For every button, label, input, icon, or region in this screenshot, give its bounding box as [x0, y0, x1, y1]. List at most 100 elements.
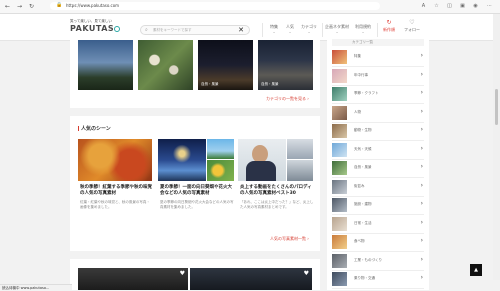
category-image-city[interactable]: 自然・風景 [258, 40, 313, 90]
sidebar-item-label: 自然・風景 [354, 165, 372, 169]
sidebar-item-label: 日常・生活 [354, 220, 372, 225]
card-image-summer-sky[interactable] [207, 139, 234, 159]
heart-icon[interactable]: ♥ [180, 270, 185, 277]
sidebar-item-label: 乗り物・交通 [354, 276, 375, 280]
sidebar-item-label: 工業・ものづくり [354, 257, 382, 262]
back-to-top-button[interactable]: ▲ [470, 264, 482, 276]
search-box[interactable]: ⌕ 素材をキーワードで探す ✕ [140, 25, 250, 35]
image-caption: 自然・風景 [201, 82, 219, 86]
section-heading: 人気のシーン [78, 126, 111, 132]
person-suit [246, 161, 276, 181]
heart-icon[interactable]: ♥ [304, 270, 309, 277]
reload-icon[interactable]: ↻ [29, 3, 34, 10]
favorite-star-icon[interactable]: ☆ [433, 3, 440, 10]
popular-scenes-section [70, 116, 320, 251]
nav-item-follow[interactable]: ♡ フォロー [401, 19, 423, 32]
back-arrow-icon[interactable]: ← [5, 3, 10, 10]
sidebar-thumbnail [332, 235, 347, 249]
sidebar-item[interactable]: 自然・風景 › [332, 159, 424, 178]
sidebar-thumbnail [332, 198, 347, 212]
sidebar-item[interactable]: 街並み › [332, 178, 424, 197]
card-image-autumn[interactable] [78, 139, 152, 181]
search-icon: ⌕ [145, 27, 148, 33]
clear-icon[interactable]: ✕ [238, 26, 244, 34]
sidebar-item[interactable]: 人物 › [332, 104, 424, 123]
sidebar-header: カテゴリ一覧 [332, 39, 424, 46]
card-title[interactable]: 炎上する動画をたくさんのパロディの人気の写真素材ベスト30 [240, 185, 314, 197]
sidebar-thumbnail [332, 161, 347, 175]
card-image-person-2[interactable] [287, 139, 313, 159]
nav-item-terms[interactable]: 利用規約 ⌄ [351, 24, 375, 34]
nav-item-category[interactable]: カテゴリ ⌄ [298, 24, 320, 34]
search-placeholder: 素材をキーワードで探す [153, 28, 192, 32]
sidebar-item-label: 天気・天候 [354, 146, 372, 151]
sidebar-item[interactable]: 動物・生物 › [332, 122, 424, 141]
menu-dots-icon[interactable]: ⋯ [486, 3, 493, 10]
reading-mode-icon[interactable]: A [420, 3, 427, 10]
chevron-right-icon: › [420, 144, 423, 152]
sidebar-item-label: 街並み [354, 183, 365, 188]
chevron-right-icon: › [420, 89, 423, 96]
site-logo[interactable]: PAKUTAS [70, 24, 121, 34]
sidebar-item-label: 人物 [354, 109, 361, 114]
feature-image-1[interactable]: ♥ [78, 268, 188, 290]
sidebar-thumbnail [332, 253, 347, 268]
collections-icon[interactable]: ▣ [459, 3, 466, 10]
card-image-presenter[interactable] [238, 139, 286, 181]
category-image-mountain[interactable] [78, 40, 133, 90]
nav-item-planning[interactable]: 企画ネタ素材 ⌄ [323, 24, 351, 34]
sidebar-thumbnail [332, 272, 347, 286]
category-more-link[interactable]: カテゴリの一覧を見る › [266, 96, 309, 101]
sidebar-item[interactable]: 施設・建物 › [332, 196, 424, 215]
chevron-right-icon: › [420, 274, 423, 281]
profile-icon[interactable]: ◉ [472, 3, 479, 10]
sidebar-item[interactable]: 乗り物・交通 › [332, 270, 424, 289]
card-image-sunflower[interactable] [207, 160, 234, 181]
sidebar-item-label: 年中行事 [354, 72, 368, 77]
chevron-right-icon: › [420, 237, 423, 244]
sidebar-item-label: 動物・生物 [354, 128, 372, 132]
scrollbar-thumb[interactable] [495, 89, 498, 125]
chevron-right-icon: › [420, 70, 423, 78]
address-bar[interactable]: 🔒 https://www.pakutaso.com [50, 2, 380, 10]
nav-label: フォロー [404, 27, 420, 32]
sidebar-item[interactable]: 工業・ものづくり › [332, 252, 424, 271]
card-image-person-3[interactable] [287, 160, 313, 181]
logo-ring-icon [114, 26, 121, 32]
sidebar-thumbnail [332, 105, 347, 120]
feature-image-2[interactable]: ♥ [190, 268, 312, 290]
category-image-night-street[interactable]: 自然・風景 [198, 40, 253, 90]
sidebar-item[interactable]: 食べ物 › [332, 233, 424, 252]
logo-text: PAKUTAS [70, 24, 115, 33]
url-text: https://www.pakutaso.com [66, 3, 120, 8]
sidebar-thumbnail [332, 87, 347, 101]
sidebar-thumbnail [332, 50, 347, 64]
card-image-fireworks[interactable] [158, 139, 206, 181]
card-title[interactable]: 夏の季節！一面の向日葵畑や花火大会などの人気の写真素材 [160, 185, 234, 197]
extensions-icon[interactable]: ◫ [446, 3, 453, 10]
browser-toolbar: ← → ↻ 🔒 https://www.pakutaso.com A ☆ ◫ ▣… [0, 0, 500, 14]
forward-arrow-icon[interactable]: → [17, 3, 22, 10]
page-scrollbar[interactable] [493, 14, 500, 280]
category-image-flowers[interactable] [138, 40, 193, 90]
sidebar-item[interactable]: 年中行事 › [332, 67, 424, 86]
lock-icon: 🔒 [56, 2, 63, 8]
nav-label: 新作順 [383, 27, 395, 32]
sidebar-item[interactable]: 天気・天候 › [332, 141, 424, 160]
nav-item-new[interactable]: ↻ 新作順 [378, 19, 400, 32]
arrow-up-icon: ▲ [474, 267, 478, 273]
popular-more-link[interactable]: 人気の写真素材一覧 › [270, 236, 309, 241]
caret-icon: ⌄ [335, 29, 339, 34]
sidebar-item-label: 特集 [354, 54, 361, 58]
sidebar-item[interactable]: 特集 › [332, 48, 424, 67]
site-header: 笑って楽しい、見て楽しい PAKUTAS ⌕ 素材をキーワードで探す ✕ 特集 ⌄… [0, 14, 493, 41]
refresh-icon: ↻ [386, 19, 392, 26]
sidebar-item-label: 食べ物 [354, 239, 365, 243]
chevron-right-icon: › [420, 163, 423, 170]
sidebar-thumbnail [332, 124, 347, 138]
chevron-right-icon: › [420, 126, 423, 133]
card-title[interactable]: 秋の季節！紅葉する季節や秋の味覚の人気の写真素材 [80, 185, 152, 197]
sidebar-thumbnail [332, 179, 347, 194]
sidebar-item[interactable]: 季節・クラフト › [332, 85, 424, 104]
sidebar-item[interactable]: 日常・生活 › [332, 215, 424, 234]
